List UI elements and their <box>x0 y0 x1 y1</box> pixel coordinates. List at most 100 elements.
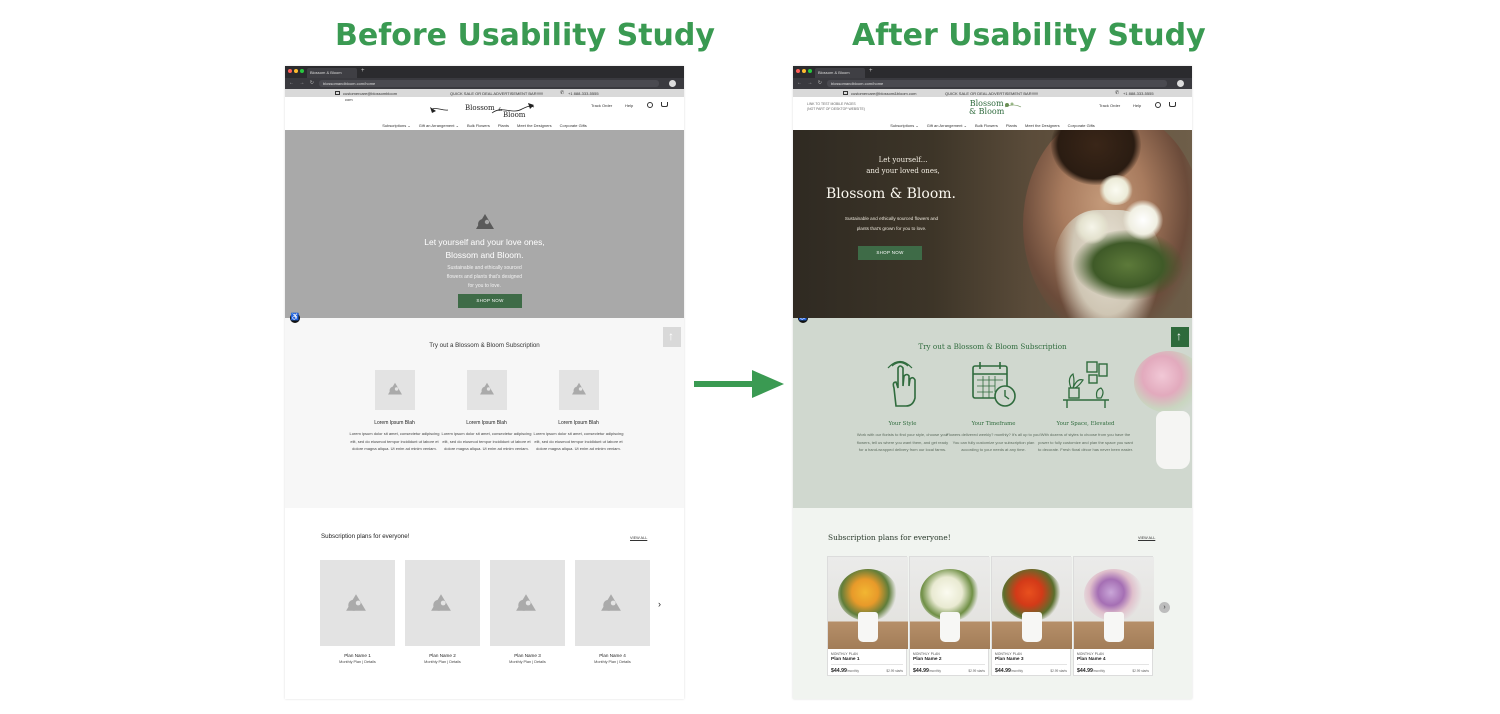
help-link[interactable]: Help <box>625 103 633 108</box>
plan-card[interactable]: MONTHLY PLAN Plan Name 4 $44.99/monthly $… <box>1073 556 1154 676</box>
feature-title: Your Timeframe <box>971 421 1016 427</box>
plan-price-row: $44.99/monthly $2.99 starts <box>1077 664 1149 674</box>
help-link[interactable]: Help <box>1133 103 1141 108</box>
plan-price-row: $44.99/monthly $2.99 starts <box>831 664 903 674</box>
plan-price-unit: /monthly <box>1010 669 1023 673</box>
plan-photo <box>910 557 990 649</box>
account-icon[interactable] <box>1155 102 1161 108</box>
plan-card[interactable]: Plan Name 4 Monthly Plan | Details <box>575 560 650 664</box>
nav-bulk[interactable]: Bulk Flowers <box>467 123 490 130</box>
calendar-clock-icon <box>971 362 1016 407</box>
feature-body: With dozens of styles to choose from you… <box>1038 432 1133 452</box>
window-controls[interactable] <box>288 69 304 73</box>
address-input[interactable]: blossomandbloom.com/home <box>319 80 659 87</box>
plan-card[interactable]: Plan Name 3 Monthly Plan | Details <box>490 560 565 664</box>
browser-tab[interactable]: Blossom & Bloom <box>815 68 865 78</box>
shop-now-button[interactable]: SHOP NOW <box>858 246 922 260</box>
logo-text-bloom-word: Bloom <box>978 107 1005 116</box>
plan-name: Plan Name 4 <box>599 653 626 658</box>
plan-extra: $2.99 starts <box>1050 669 1067 673</box>
feature-column: Lorem Ipsum Blah Lorem ipsum dolor sit a… <box>347 370 442 453</box>
accessibility-icon[interactable]: ♿ <box>290 313 300 323</box>
nav-subscriptions[interactable]: Subscriptions ⌄ <box>382 123 410 130</box>
plan-details-link[interactable]: Monthly Plan | Details <box>405 660 480 664</box>
after-heading: After Usability Study <box>852 18 1206 53</box>
promo-email[interactable]: customercare@blossombloom <box>343 91 397 96</box>
plan-name: Plan Name 2 <box>429 653 456 658</box>
hero-subtitle: Sustainable and ethically sourced flower… <box>829 214 954 234</box>
logo-amp: & <box>498 107 503 113</box>
promo-phone[interactable]: +1 888-333-5555 <box>568 91 599 96</box>
feature-image-placeholder <box>558 370 599 410</box>
chevron-right-icon[interactable]: › <box>1159 602 1170 613</box>
window-controls[interactable] <box>796 69 812 73</box>
promo-deal[interactable]: QUICK SALE OR DEAL ADVERTISEMENT BAR!!!!… <box>450 91 543 96</box>
hero-title: Let yourself and your love ones, Blossom… <box>285 236 684 262</box>
plan-card[interactable]: MONTHLY PLAN Plan Name 1 $44.99/monthly $… <box>827 556 908 676</box>
track-order-link[interactable]: Track Order <box>591 103 612 108</box>
hero-sub-line3: for you to love. <box>468 283 501 289</box>
browser-tab[interactable]: Blossom & Bloom <box>307 68 357 78</box>
feature-title: Lorem Ipsum Blah <box>558 420 599 426</box>
chevron-right-icon[interactable]: › <box>658 599 661 609</box>
plan-image-placeholder <box>575 560 650 646</box>
floral-logo-icon <box>1004 102 1022 108</box>
browser-tabbar: Blossom & Bloom + <box>285 66 684 78</box>
address-input[interactable]: blossomandbloom.com/home <box>827 80 1167 87</box>
feature-body: Work with our florists to find your styl… <box>856 432 949 452</box>
shop-now-button[interactable]: SHOP NOW <box>458 294 522 308</box>
logo-text-blossom: Blossom <box>465 104 495 112</box>
profile-icon[interactable] <box>1177 80 1184 87</box>
plan-extra: $2.99 starts <box>1132 669 1149 673</box>
hero-placeholder: Let yourself and your love ones, Blossom… <box>285 130 684 318</box>
nav-plants[interactable]: Plants <box>498 123 509 130</box>
cart-icon[interactable] <box>661 102 668 107</box>
plan-extra: $2.99 starts <box>886 669 903 673</box>
account-icon[interactable] <box>647 102 653 108</box>
promo-deal[interactable]: QUICK SALE OR DEAL ADVERTISEMENT BAR!!!!… <box>945 91 1038 96</box>
nav-bulk[interactable]: Bulk Flowers <box>975 123 998 130</box>
subscription-intro-title: Try out a Blossom & Bloom Subscription <box>429 342 540 349</box>
plan-card[interactable]: MONTHLY PLAN Plan Name 3 $44.99/monthly $… <box>991 556 1072 676</box>
image-placeholder-icon <box>601 594 621 611</box>
nav-gift[interactable]: Gift an Arrangement ⌄ <box>419 123 459 130</box>
hero-photo: Let yourself... and your loved ones, Blo… <box>793 130 1192 318</box>
profile-icon[interactable] <box>669 80 676 87</box>
plan-name: Plan Name 1 <box>344 653 371 658</box>
plan-details-link[interactable]: Monthly Plan | Details <box>575 660 650 664</box>
plan-card[interactable]: Plan Name 1 Monthly Plan | Details <box>320 560 395 664</box>
plan-card[interactable]: MONTHLY PLAN Plan Name 2 $44.99/monthly $… <box>909 556 990 676</box>
promo-email[interactable]: customercare@blossom&bloom.com <box>851 91 916 96</box>
nav-subscriptions[interactable]: Subscriptions ⌄ <box>890 123 918 130</box>
accessibility-icon[interactable]: ♿ <box>798 318 808 323</box>
cart-icon[interactable] <box>1169 102 1176 107</box>
plan-details-link[interactable]: Monthly Plan | Details <box>490 660 565 664</box>
nav-gift[interactable]: Gift an Arrangement ⌄ <box>927 123 967 130</box>
nav-plants[interactable]: Plants <box>1006 123 1017 130</box>
site-logo[interactable]: Blossom & Bloom <box>969 100 1022 116</box>
image-placeholder-icon <box>346 594 366 611</box>
view-all-link[interactable]: VIEW ALL <box>630 536 647 540</box>
new-tab-button[interactable]: + <box>869 68 873 74</box>
mobile-test-note[interactable]: LINK TO TEST MOBILE PAGES (NOT PART OF D… <box>807 102 865 112</box>
plan-photo <box>828 557 908 649</box>
site-header: com Blossom & Bloom Track Order Help <box>285 97 684 121</box>
plan-photo <box>992 557 1072 649</box>
site-header: LINK TO TEST MOBILE PAGES (NOT PART OF D… <box>793 97 1192 121</box>
plan-image-placeholder <box>490 560 565 646</box>
track-order-link[interactable]: Track Order <box>1099 103 1120 108</box>
new-tab-button[interactable]: + <box>361 68 365 74</box>
nav-designers[interactable]: Meet the Designers <box>517 123 552 130</box>
plan-card[interactable]: Plan Name 2 Monthly Plan | Details <box>405 560 480 664</box>
nav-corporate[interactable]: Corporate Gifts <box>1068 123 1095 130</box>
promo-phone[interactable]: +1 888-333-5555 <box>1123 91 1154 96</box>
plan-price-unit: /monthly <box>1092 669 1105 673</box>
nav-corporate[interactable]: Corporate Gifts <box>560 123 587 130</box>
nav-designers[interactable]: Meet the Designers <box>1025 123 1060 130</box>
hero-sub-line1: Sustainable and ethically sourced flower… <box>844 216 939 221</box>
arrow-up-icon: ↑ <box>1176 329 1182 343</box>
feature-column: Lorem Ipsum Blah Lorem ipsum dolor sit a… <box>439 370 534 453</box>
logo-text-bloom: Bloom <box>503 111 526 119</box>
view-all-link[interactable]: VIEW ALL <box>1138 536 1155 540</box>
plan-details-link[interactable]: Monthly Plan | Details <box>320 660 395 664</box>
